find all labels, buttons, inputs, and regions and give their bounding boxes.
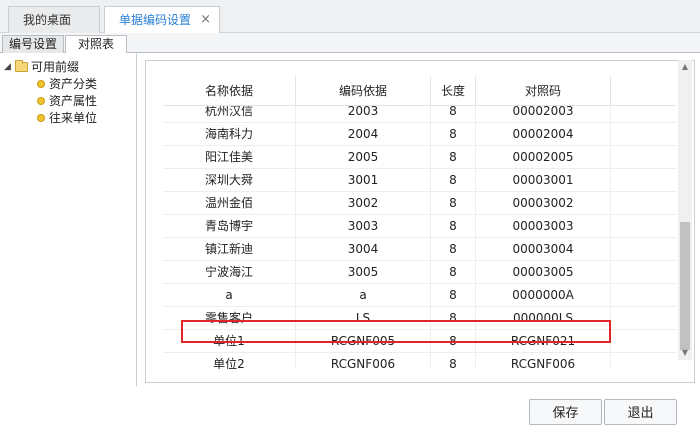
leaf-node-icon <box>37 114 45 122</box>
grid-header: 名称依据 编码依据 长度 对照码 <box>163 76 676 106</box>
table-row[interactable]: 海南科力 2004 8 00002004 <box>163 123 676 146</box>
cell-code-basis: RCGNF006 <box>296 353 431 369</box>
cell-lookup-code: RCGNF006 <box>476 353 611 369</box>
grid-rows: 杭州汉信 2003 8 00002003 海南科力 2004 8 00002004 阳江佳美 20… <box>163 106 676 369</box>
folder-open-icon <box>15 60 28 72</box>
sub-tab-bar: 编号设置 对照表 <box>0 33 700 53</box>
cell-length: 8 <box>431 192 476 215</box>
cell-length: 8 <box>431 146 476 169</box>
table-row[interactable]: 单位2 RCGNF006 8 RCGNF006 <box>163 353 676 369</box>
vertical-scrollbar[interactable]: ▲ ▼ <box>678 60 692 360</box>
exit-button[interactable]: 退出 <box>604 399 677 425</box>
cell-name-basis: 单位1 <box>163 330 296 353</box>
scroll-down-icon[interactable]: ▼ <box>678 346 692 360</box>
cell-code-basis: a <box>296 284 431 307</box>
cell-length: 8 <box>431 215 476 238</box>
cell-length: 8 <box>431 106 476 123</box>
table-row[interactable]: 深圳大舜 3001 8 00003001 <box>163 169 676 192</box>
tree-item-asset-attribute[interactable]: 资产属性 <box>37 93 132 109</box>
leaf-node-icon <box>37 80 45 88</box>
tree-item-label: 资产属性 <box>49 94 98 108</box>
cell-lookup-code: 000000LS <box>476 307 611 330</box>
column-header-length[interactable]: 长度 <box>431 76 476 106</box>
top-tab-bar: 我的桌面 单据编码设置 × <box>0 0 700 34</box>
table-row[interactable]: 宁波海江 3005 8 00003005 <box>163 261 676 284</box>
cell-lookup-code: 00002004 <box>476 123 611 146</box>
tab-label: 单据编码设置 <box>119 13 192 27</box>
tree-item-label: 资产分类 <box>49 77 98 91</box>
tab-label: 对照表 <box>77 37 114 51</box>
grid-body: 杭州汉信 2003 8 00002003 海南科力 2004 8 00002004 阳江佳美 20… <box>163 106 676 369</box>
cell-code-basis: LS <box>296 307 431 330</box>
cell-lookup-code: 00003005 <box>476 261 611 284</box>
cell-name-basis: 零售客户 <box>163 307 296 330</box>
close-icon[interactable]: × <box>200 7 211 33</box>
tab-document-code-settings[interactable]: 单据编码设置 × <box>104 6 220 34</box>
column-header-code-basis[interactable]: 编码依据 <box>296 76 431 106</box>
cell-name-basis: 镇江新迪 <box>163 238 296 261</box>
table-row[interactable]: 阳江佳美 2005 8 00002005 <box>163 146 676 169</box>
cell-lookup-code: RCGNF021 <box>476 330 611 353</box>
cell-length: 8 <box>431 169 476 192</box>
cell-lookup-code: 00003003 <box>476 215 611 238</box>
cell-lookup-code: 00002005 <box>476 146 611 169</box>
cell-name-basis: 单位2 <box>163 353 296 369</box>
cell-length: 8 <box>431 330 476 353</box>
cell-lookup-code: 00003004 <box>476 238 611 261</box>
cell-name-basis: 温州金佰 <box>163 192 296 215</box>
expand-toggle-icon[interactable]: ◢ <box>4 59 11 75</box>
cell-code-basis: 3005 <box>296 261 431 284</box>
table-row[interactable]: 镇江新迪 3004 8 00003004 <box>163 238 676 261</box>
cell-code-basis: RCGNF005 <box>296 330 431 353</box>
tree-item-label: 往来单位 <box>49 111 98 125</box>
scrollbar-thumb[interactable] <box>680 222 690 350</box>
cell-name-basis: 杭州汉信 <box>163 106 296 123</box>
tree-root-label: 可用前缀 <box>31 60 80 74</box>
cell-name-basis: a <box>163 284 296 307</box>
tab-numbering-settings[interactable]: 编号设置 <box>2 35 64 53</box>
cell-code-basis: 3001 <box>296 169 431 192</box>
cell-name-basis: 宁波海江 <box>163 261 296 284</box>
cell-length: 8 <box>431 261 476 284</box>
tab-label: 我的桌面 <box>23 13 72 27</box>
table-row[interactable]: a a 8 0000000A <box>163 284 676 307</box>
table-row[interactable]: 温州金佰 3002 8 00003002 <box>163 192 676 215</box>
cell-code-basis: 2005 <box>296 146 431 169</box>
leaf-node-icon <box>37 97 45 105</box>
table-row[interactable]: 杭州汉信 2003 8 00002003 <box>163 106 676 123</box>
cell-code-basis: 2004 <box>296 123 431 146</box>
cell-code-basis: 3004 <box>296 238 431 261</box>
lookup-grid: 名称依据 编码依据 长度 对照码 杭州汉信 2003 8 00002003 海南科力 20… <box>145 60 695 383</box>
tree-item-asset-category[interactable]: 资产分类 <box>37 76 132 92</box>
cell-length: 8 <box>431 284 476 307</box>
cell-name-basis: 阳江佳美 <box>163 146 296 169</box>
table-row[interactable]: 青岛博宇 3003 8 00003003 <box>163 215 676 238</box>
cell-code-basis: 3003 <box>296 215 431 238</box>
column-header-lookup-code[interactable]: 对照码 <box>476 76 611 106</box>
prefix-tree: ◢ 可用前缀 资产分类 资产属性 往来单位 <box>0 53 137 386</box>
cell-length: 8 <box>431 238 476 261</box>
table-row[interactable]: 单位1 RCGNF005 8 RCGNF021 <box>163 330 676 353</box>
cell-lookup-code: 00003002 <box>476 192 611 215</box>
tab-lookup-table[interactable]: 对照表 <box>65 35 127 53</box>
cell-name-basis: 海南科力 <box>163 123 296 146</box>
cell-lookup-code: 0000000A <box>476 284 611 307</box>
cell-length: 8 <box>431 307 476 330</box>
scroll-up-icon[interactable]: ▲ <box>678 60 692 74</box>
cell-name-basis: 青岛博宇 <box>163 215 296 238</box>
cell-length: 8 <box>431 353 476 369</box>
cell-name-basis: 深圳大舜 <box>163 169 296 192</box>
cell-code-basis: 2003 <box>296 106 431 123</box>
table-row[interactable]: 零售客户 LS 8 000000LS <box>163 307 676 330</box>
cell-lookup-code: 00003001 <box>476 169 611 192</box>
cell-length: 8 <box>431 123 476 146</box>
tree-item-partner-unit[interactable]: 往来单位 <box>37 110 132 126</box>
save-button[interactable]: 保存 <box>529 399 602 425</box>
column-header-name-basis[interactable]: 名称依据 <box>163 76 296 106</box>
tab-label: 编号设置 <box>8 37 57 51</box>
tree-root[interactable]: ◢ 可用前缀 <box>0 59 130 75</box>
cell-lookup-code: 00002003 <box>476 106 611 123</box>
tab-my-desktop[interactable]: 我的桌面 <box>8 6 100 34</box>
cell-code-basis: 3002 <box>296 192 431 215</box>
